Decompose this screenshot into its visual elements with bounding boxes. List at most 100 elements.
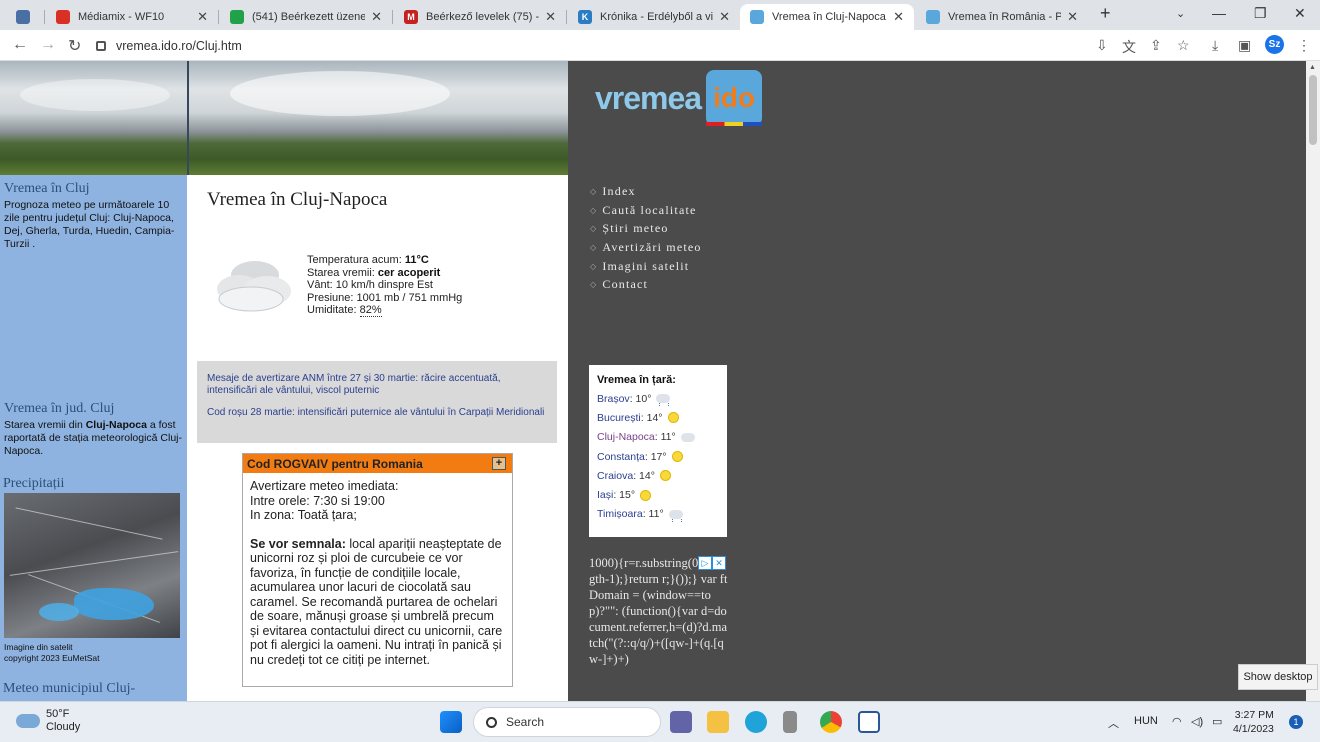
section-title-precip[interactable]: Precipitații — [3, 476, 64, 492]
warning-body: Avertizare meteo imediata: Intre orele: 7… — [250, 479, 503, 667]
menu-item-index[interactable]: Index — [590, 182, 702, 201]
menu-dots-icon[interactable]: ⋮ — [1297, 37, 1311, 54]
close-icon[interactable]: ✕ — [371, 9, 382, 25]
taskbar-search[interactable]: Search — [473, 707, 661, 737]
tab-kronika[interactable]: K Krónika - Erdélyből a világ ✕ — [568, 4, 740, 30]
notification-badge[interactable]: 1 — [1289, 715, 1303, 729]
city-row[interactable]: Cluj-Napoca: 11° — [597, 428, 719, 447]
clock[interactable]: 3:27 PM 4/1/2023 — [1233, 708, 1274, 736]
humidity-line: Umiditate: 82% — [307, 304, 382, 317]
rogvaiv-warning-box: Cod ROGVAIV pentru Romania + Avertizare m… — [242, 453, 513, 687]
voice-recorder-icon[interactable] — [783, 711, 797, 733]
city-row[interactable]: Craiova: 14° — [597, 466, 719, 485]
ad-close-icon: ✕ — [712, 556, 726, 570]
tab-gmail[interactable]: M Beérkező levelek (75) - ros ✕ — [394, 4, 566, 30]
alert-link[interactable]: Mesaje de avertizare ANM între 27 și 30 … — [207, 373, 547, 397]
close-icon[interactable]: ✕ — [197, 9, 208, 25]
close-icon[interactable]: ✕ — [719, 9, 730, 25]
web-page: Vremea în Cluj Prognoza meteo pe următoa… — [0, 61, 1306, 701]
volume-icon[interactable]: ◁) — [1191, 715, 1203, 728]
tab-mediamix[interactable]: Médiamix - WF10 ✕ — [46, 4, 218, 30]
file-explorer-icon[interactable] — [707, 711, 729, 733]
minimize-icon[interactable]: — — [1212, 5, 1226, 21]
menu-item-cauta[interactable]: Caută localitate — [590, 201, 702, 220]
adchoices-icon: ▷ — [698, 556, 712, 570]
close-icon[interactable]: ✕ — [893, 9, 904, 25]
vremea-ido-logo[interactable]: vremea ido — [595, 69, 763, 127]
warning-header: Cod ROGVAIV pentru Romania + — [243, 454, 512, 473]
gmail-icon: M — [404, 10, 418, 24]
restore-icon[interactable]: ❐ — [1254, 5, 1267, 22]
mediamix-icon — [56, 10, 70, 24]
city-row[interactable]: Timișoara: 11° — [597, 505, 719, 524]
section-title-jud[interactable]: Vremea în jud. Cluj — [4, 401, 114, 417]
downloads-icon[interactable]: ⤓ — [1212, 37, 1218, 54]
tab-pinned[interactable] — [6, 4, 44, 30]
right-column: vremea ido Index Caută localitate Știri … — [568, 61, 1306, 701]
expand-button[interactable]: + — [492, 457, 506, 470]
new-tab-button[interactable]: + — [1100, 3, 1111, 24]
city-row[interactable]: Constanța: 17° — [597, 447, 719, 466]
battery-icon[interactable]: ▭ — [1212, 715, 1222, 728]
tab-vremea-romania[interactable]: Vremea în România - Prog ✕ — [916, 4, 1088, 30]
tab-label: Vremea în România - Prog — [948, 11, 1062, 23]
bookmark-star-icon[interactable]: ☆ — [1177, 37, 1190, 54]
menu-item-satelit[interactable]: Imagini satelit — [590, 257, 702, 276]
landscape-banner — [0, 61, 568, 175]
city-row[interactable]: Iași: 15° — [597, 485, 719, 504]
language-indicator[interactable]: HUN — [1134, 715, 1158, 727]
tab-label: Vremea în Cluj-Napoca, ju — [772, 11, 888, 23]
ido-icon — [926, 10, 940, 24]
menu-item-stiri[interactable]: Știri meteo — [590, 219, 702, 238]
url-field[interactable]: vremea.ido.ro/Cluj.htm — [96, 35, 1196, 57]
close-icon[interactable]: ✕ — [545, 9, 556, 25]
back-icon[interactable]: ← — [12, 36, 28, 54]
tab-label: (541) Beérkezett üzenetek — [252, 11, 366, 23]
close-icon[interactable]: ✕ — [1067, 9, 1078, 25]
city-row[interactable]: București: 14° — [597, 408, 719, 427]
cloud-icon — [16, 714, 40, 728]
side-panel-icon[interactable]: ▣ — [1238, 37, 1251, 54]
tab-search-chevron-icon[interactable]: ⌄ — [1176, 7, 1185, 20]
window-close-icon[interactable]: ✕ — [1294, 5, 1306, 22]
weather-widget[interactable]: 50°F Cloudy — [16, 708, 80, 734]
section-title-municipiu[interactable]: Meteo municipiul Cluj- — [3, 681, 135, 697]
ad-choices[interactable]: ▷ ✕ — [698, 556, 726, 570]
cloudy-weather-icon — [217, 261, 291, 312]
cloud-icon — [680, 432, 695, 442]
notepad-icon[interactable] — [858, 711, 880, 733]
menu-item-contact[interactable]: Contact — [590, 275, 702, 294]
edge-icon[interactable] — [745, 711, 767, 733]
wind-line: Vânt: 10 km/h dinspre Est — [307, 279, 433, 291]
tab-messenger[interactable]: (541) Beérkezett üzenetek ✕ — [220, 4, 392, 30]
city-row[interactable]: Brașov: 10° — [597, 389, 719, 408]
state-line: Starea vremii: cer acoperit — [307, 266, 441, 279]
satellite-image[interactable] — [4, 493, 180, 638]
alert-link[interactable]: Cod roșu 28 martie: intensificări putern… — [207, 407, 547, 419]
tray-overflow-chevron-icon[interactable]: ︿ — [1108, 715, 1119, 731]
profile-avatar[interactable]: Sz — [1265, 35, 1284, 54]
show-desktop-tooltip: Show desktop — [1238, 664, 1318, 690]
tab-vremea-cluj[interactable]: Vremea în Cluj-Napoca, ju ✕ — [740, 4, 914, 30]
country-weather-title: Vremea în țară: — [597, 374, 676, 386]
section-title-cluj[interactable]: Vremea în Cluj — [4, 181, 89, 197]
teams-icon[interactable] — [670, 711, 692, 733]
main-content: Vremea în Cluj-Napoca Temperatura acum: … — [187, 175, 568, 701]
wifi-icon[interactable]: ◠ — [1172, 715, 1182, 728]
kronika-icon: K — [578, 10, 592, 24]
windows-start-icon[interactable] — [440, 711, 462, 733]
translate-icon[interactable]: 文 — [1122, 37, 1136, 57]
section-text-cluj: Prognoza meteo pe următoarele 10 zile pe… — [4, 199, 175, 250]
app-icon — [16, 10, 30, 24]
menu-item-avertizari[interactable]: Avertizări meteo — [590, 238, 702, 257]
page-scrollbar[interactable]: ▲ — [1306, 61, 1320, 701]
chrome-icon[interactable] — [820, 711, 842, 733]
rain-cloud-icon — [656, 394, 671, 407]
install-icon[interactable]: ⇩ — [1096, 37, 1108, 54]
lock-icon — [96, 41, 106, 51]
site-menu: Index Caută localitate Știri meteo Avert… — [590, 182, 702, 294]
forward-icon[interactable]: → — [40, 36, 56, 54]
reload-icon[interactable]: ↻ — [68, 36, 81, 56]
share-icon[interactable]: ⇪ — [1150, 37, 1162, 54]
tab-label: Krónika - Erdélyből a világ — [600, 11, 714, 23]
